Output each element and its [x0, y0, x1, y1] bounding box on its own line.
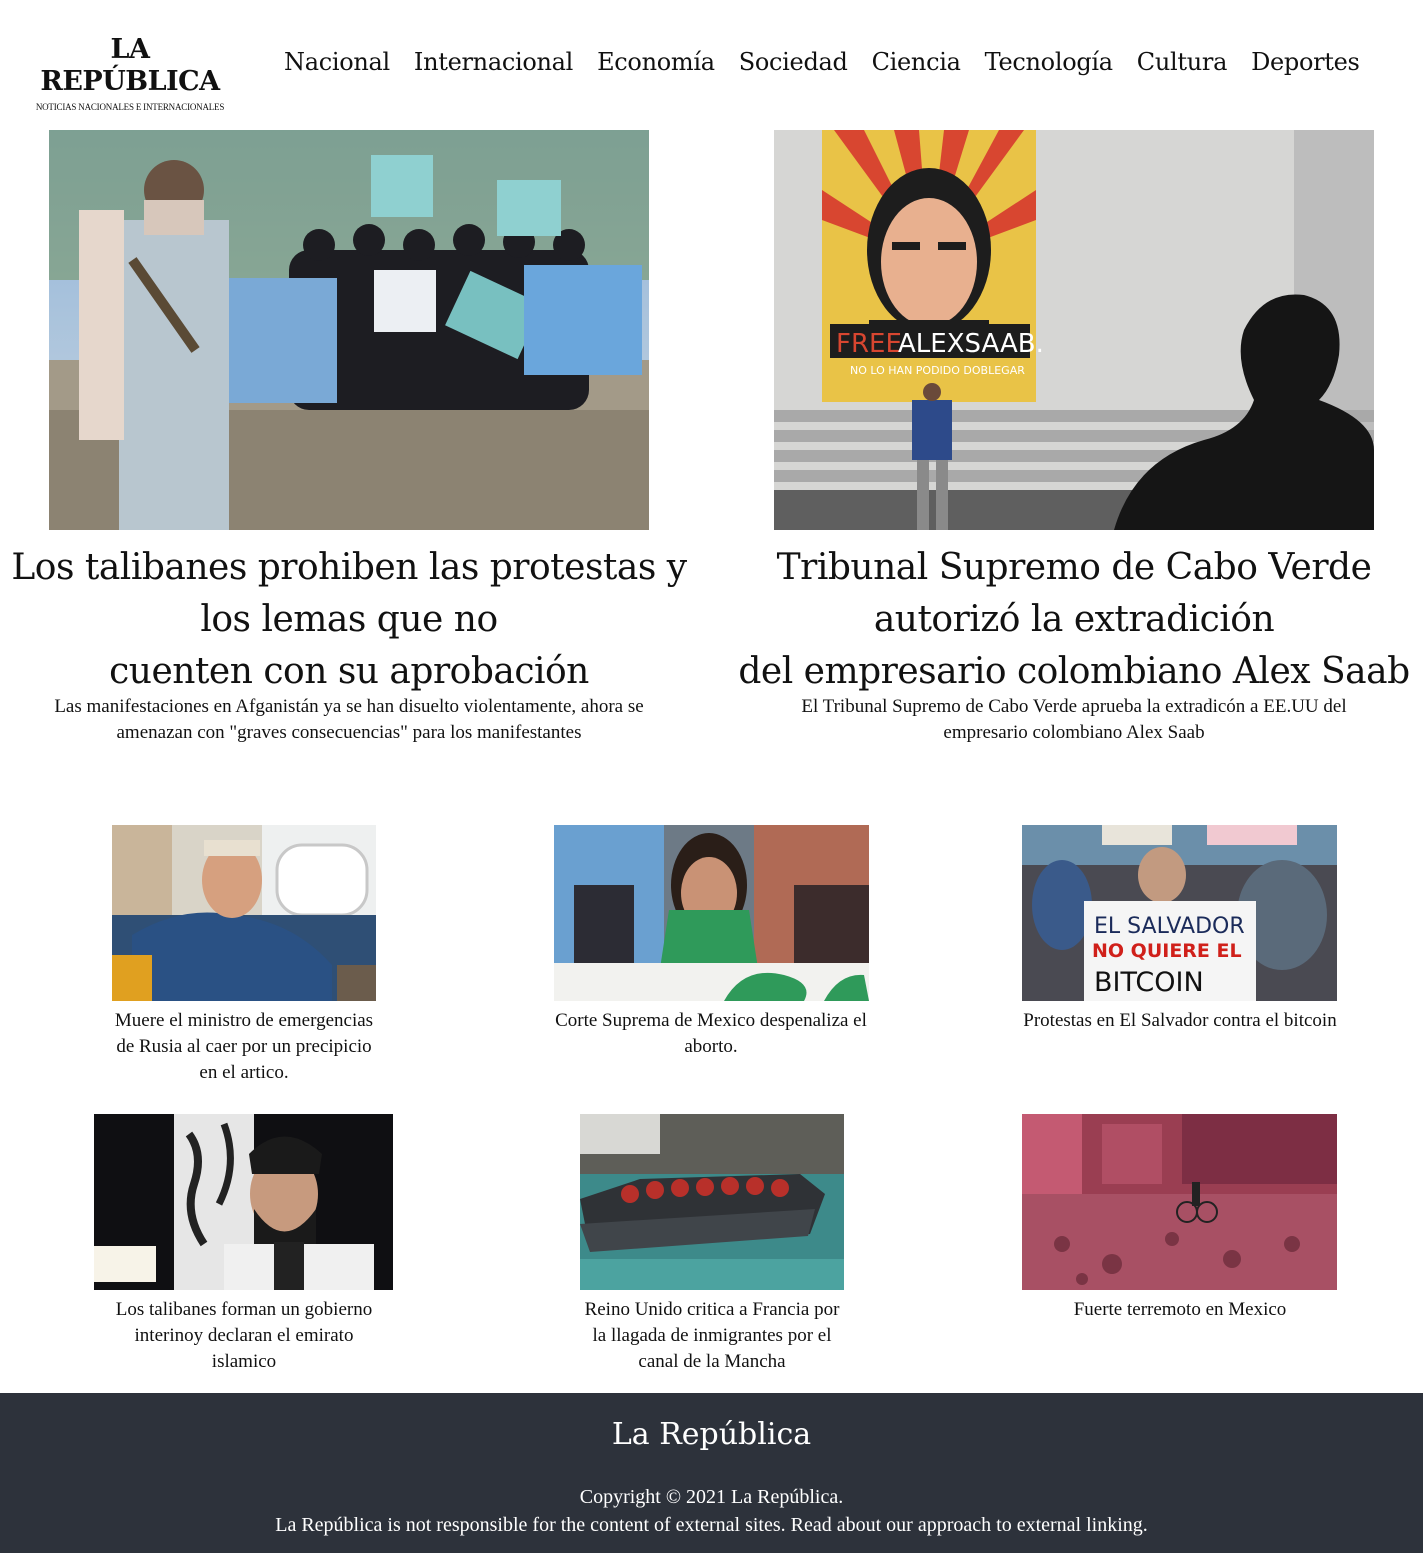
hero-subtitle-line: El Tribunal Supremo de Cabo Verde aprueb… [801, 696, 1347, 717]
hero-title-taliban[interactable]: Los talibanes prohiben las protestas y l… [0, 542, 698, 698]
card-caption-taliban-spokesman[interactable]: Los talibanes forman un gobierno interin… [86, 1297, 402, 1375]
card-caption-earthquake[interactable]: Fuerte terremoto en Mexico [990, 1297, 1370, 1323]
nav-item-sociedad[interactable]: Sociedad [727, 42, 860, 82]
hero-image-taliban-protest[interactable] [49, 130, 649, 530]
main-nav: Nacional Internacional Economía Sociedad… [272, 42, 1372, 82]
hero-title-line: Los talibanes prohiben las protestas y [11, 547, 687, 588]
hero-subtitle-line: empresario colombiano Alex Saab [943, 722, 1205, 743]
card-caption-bitcoin-protest[interactable]: Protestas en El Salvador contra el bitco… [990, 1008, 1370, 1034]
site-logo[interactable]: LA REPÚBLICA NOTICIAS NACIONALES E INTER… [30, 34, 230, 113]
hero-title-line: los lemas que no [200, 599, 498, 640]
nav-item-internacional[interactable]: Internacional [402, 42, 585, 82]
nav-item-cultura[interactable]: Cultura [1125, 42, 1239, 82]
card-caption-line: canal de la Mancha [638, 1351, 786, 1372]
hero-subtitle-alex-saab: El Tribunal Supremo de Cabo Verde aprueb… [724, 694, 1423, 746]
nav-item-ciencia[interactable]: Ciencia [860, 42, 973, 82]
card-caption-line: Fuerte terremoto en Mexico [1073, 1299, 1287, 1320]
hero-subtitle-taliban: Las manifestaciones en Afganistán ya se … [0, 694, 698, 746]
logo-subtitle: NOTICIAS NACIONALES E INTERNACIONALES [35, 102, 225, 112]
poster-tagline-text: NO LO HAN PODIDO DOBLEGAR [850, 364, 1025, 377]
sign-line-1: EL SALVADOR [1094, 914, 1245, 939]
card-caption-line: Protestas en El Salvador contra el bitco… [1023, 1010, 1337, 1031]
card-caption-line: de Rusia al caer por un precipicio [116, 1036, 372, 1057]
footer-note: La República is not responsible for the … [0, 1511, 1423, 1539]
poster-name-text: ALEXSAAB. [898, 329, 1044, 359]
card-image-taliban-spokesman[interactable] [94, 1114, 393, 1290]
card-image-bitcoin-protest[interactable]: EL SALVADOR NO QUIERE EL BITCOIN [1022, 825, 1337, 1001]
card-caption-line: Los talibanes forman un gobierno [115, 1299, 373, 1320]
nav-item-deportes[interactable]: Deportes [1239, 42, 1372, 82]
card-caption-line: aborto. [684, 1036, 738, 1057]
footer-title: La República [611, 1417, 812, 1452]
hero-title-line: del empresario colombiano Alex Saab [738, 651, 1410, 692]
poster-free-text: FREE [836, 329, 902, 359]
card-caption-line: islamico [211, 1351, 277, 1372]
nav-item-economia[interactable]: Economía [585, 42, 727, 82]
card-caption-russian-minister[interactable]: Muere el ministro de emergencias de Rusi… [86, 1008, 402, 1086]
nav-item-tecnologia[interactable]: Tecnología [973, 42, 1125, 82]
external-linking-link[interactable]: Read about our approach to external link… [791, 1514, 1148, 1536]
hero-subtitle-line: amenazan con "graves consecuencias" para… [116, 722, 582, 743]
hero-title-line: cuenten con su aprobación [109, 651, 589, 692]
card-caption-line: Muere el ministro de emergencias [114, 1010, 374, 1031]
footer-copyright: Copyright © 2021 La República. [579, 1486, 844, 1508]
hero-title-line: Tribunal Supremo de Cabo Verde [776, 547, 1372, 588]
hero-title-line: autorizó la extradición [873, 599, 1275, 640]
sign-line-3: BITCOIN [1094, 967, 1204, 998]
site-header: LA REPÚBLICA NOTICIAS NACIONALES E INTER… [0, 0, 1423, 113]
card-image-migrant-boat[interactable] [580, 1114, 844, 1290]
card-caption-line: interinoy declaran el emirato [134, 1325, 354, 1346]
footer-note-text: La República is not responsible for the … [275, 1514, 791, 1536]
hero-image-alex-saab-mural[interactable]: FREE ALEXSAAB. NO LO HAN PODIDO DOBLEGAR [774, 130, 1374, 530]
card-image-green-scarf[interactable] [554, 825, 869, 1001]
card-caption-green-scarf[interactable]: Corte Suprema de Mexico despenaliza el a… [520, 1008, 902, 1060]
card-image-earthquake[interactable] [1022, 1114, 1337, 1290]
nav-item-nacional[interactable]: Nacional [272, 42, 402, 82]
card-image-russian-minister[interactable] [112, 825, 376, 1001]
sign-line-2: NO QUIERE EL [1092, 940, 1242, 962]
card-caption-line: Corte Suprema de Mexico despenaliza el [555, 1010, 867, 1031]
card-caption-line: la llagada de inmigrantes por el [592, 1325, 832, 1346]
card-caption-migrant-boat[interactable]: Reino Unido critica a Francia por la lla… [554, 1297, 870, 1375]
logo-title: LA REPÚBLICA [40, 34, 220, 97]
card-caption-line: en el artico. [199, 1062, 289, 1083]
hero-title-alex-saab[interactable]: Tribunal Supremo de Cabo Verde autorizó … [724, 542, 1423, 698]
hero-subtitle-line: Las manifestaciones en Afganistán ya se … [54, 696, 644, 717]
site-footer: La República Copyright © 2021 La Repúbli… [0, 1393, 1423, 1553]
card-caption-line: Reino Unido critica a Francia por [584, 1299, 840, 1320]
